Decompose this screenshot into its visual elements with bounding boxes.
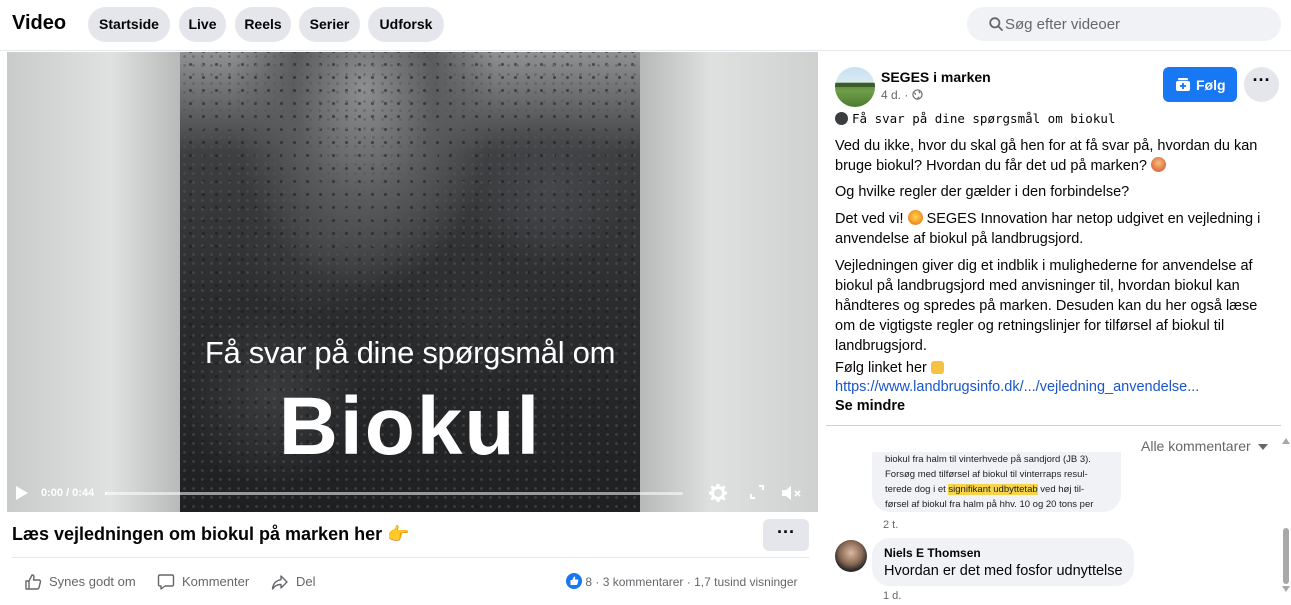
scroll-down-icon[interactable] (1282, 586, 1290, 592)
settings-gear-icon[interactable] (709, 484, 727, 502)
follow-label: Følg (1196, 77, 1226, 93)
tab-serier[interactable]: Serier (299, 7, 360, 42)
video-blur-right (640, 52, 818, 512)
scrollbar-thumb[interactable] (1283, 528, 1289, 584)
scroll-up-icon[interactable] (1282, 438, 1290, 444)
search-icon (989, 17, 1003, 31)
video-overlay-subtitle: Få svar på dine spørgsmål om (204, 335, 616, 370)
tab-live[interactable]: Live (179, 7, 226, 42)
header-divider (0, 50, 1291, 51)
comment-icon (157, 574, 175, 590)
like-count: 8 (585, 575, 593, 589)
tab-startside[interactable]: Startside (88, 7, 170, 42)
sparkle-icon (907, 210, 923, 225)
comment-time[interactable]: 2 t. (883, 519, 898, 531)
tab-udforsk[interactable]: Udforsk (368, 7, 444, 42)
like-button[interactable]: Synes godt om (24, 571, 139, 593)
caret-down-icon (1257, 444, 1268, 450)
comments-sort-dropdown[interactable]: Alle kommentarer (1141, 438, 1268, 454)
commenter-avatar[interactable] (835, 540, 867, 572)
share-icon (271, 575, 288, 590)
like-reaction-icon (566, 573, 582, 589)
comment-image[interactable]: biokul fra halm til vinterhvede på sandj… (872, 452, 1121, 512)
post-options-button[interactable]: ··· (1244, 67, 1279, 102)
video-frame: Få svar på dine spørgsmål om Biokul (180, 52, 640, 512)
share-button[interactable]: Del (271, 571, 331, 593)
comment-bubble: Niels E Thomsen Hvordan er det med fosfo… (872, 538, 1134, 586)
search-box[interactable] (967, 7, 1281, 41)
view-count: 1,7 tusind visninger (694, 575, 798, 589)
comments-divider (826, 425, 1281, 426)
video-timecode: 0:00 / 0:44 (41, 487, 95, 499)
post-link[interactable]: https://www.landbrugsinfo.dk/.../vejledn… (835, 379, 1199, 395)
post-paragraph-2: Og hvilke regler der gælder i den forbin… (835, 184, 1130, 200)
post-paragraph-3: Det ved vi! SEGES Innovation har netop u… (835, 210, 1261, 247)
black-circle-icon (835, 112, 848, 125)
video-controls: 0:00 / 0:44 (7, 475, 818, 512)
play-icon[interactable] (15, 485, 29, 501)
video-progress-fill (105, 492, 108, 495)
video-heading: Læs vejledningen om biokul på marken her… (12, 524, 410, 544)
comment-label: Kommenter (182, 574, 250, 589)
page-title: Video (12, 12, 67, 34)
see-less-button[interactable]: Se mindre (835, 398, 905, 414)
tab-reels[interactable]: Reels (235, 7, 291, 42)
fullscreen-icon[interactable] (749, 484, 765, 500)
comment-count[interactable]: 3 kommentarer (603, 575, 684, 589)
comment-image-text: biokul fra halm til vinterhvede på sandj… (885, 454, 1094, 510)
person-shrugging-icon (1150, 157, 1166, 172)
globe-icon (912, 89, 923, 100)
follow-button[interactable]: Følg (1163, 67, 1237, 102)
top-bar: Video Startside Live Reels Serier Udfors… (0, 0, 1291, 50)
share-label: Del (296, 574, 316, 589)
video-blur-left (7, 52, 180, 512)
post-paragraph-4: Vejledningen giver dig et indblik i muli… (835, 258, 1258, 354)
post-paragraph-1: Ved du ikke, hvor du skal gå hen for at … (835, 138, 1258, 174)
comment-button[interactable]: Kommenter (157, 571, 257, 593)
mute-icon[interactable] (781, 484, 805, 502)
video-more-button[interactable]: ··· (763, 519, 809, 551)
follow-icon (1176, 78, 1190, 91)
video-overlay-title: Biokul (278, 381, 542, 472)
comment-time[interactable]: 1 d. (883, 590, 901, 602)
comment-text: Hvordan er det med fosfor udnyttelse (884, 563, 1123, 579)
post-meta: 4 d. · (881, 88, 923, 102)
post-time[interactable]: 4 d. · (881, 88, 908, 102)
page-avatar[interactable] (835, 67, 875, 107)
like-label: Synes godt om (49, 574, 136, 589)
pointing-down-icon (930, 361, 944, 374)
page-name[interactable]: SEGES i marken (881, 69, 991, 85)
post-headline: Få svar på dine spørgsmål om biokul (835, 111, 1115, 126)
video-player[interactable]: Få svar på dine spørgsmål om Biokul 0:00… (7, 52, 818, 512)
video-progress-bar[interactable] (105, 492, 683, 495)
post-paragraph-5: Følg linket her (835, 358, 1275, 378)
thumbs-up-icon (25, 574, 42, 590)
search-input[interactable] (1005, 7, 1265, 41)
post-stats[interactable]: 8 · 3 kommentarer · 1,7 tusind visninger (566, 571, 798, 593)
actions-divider (12, 557, 809, 558)
comment-author[interactable]: Niels E Thomsen (884, 546, 981, 560)
